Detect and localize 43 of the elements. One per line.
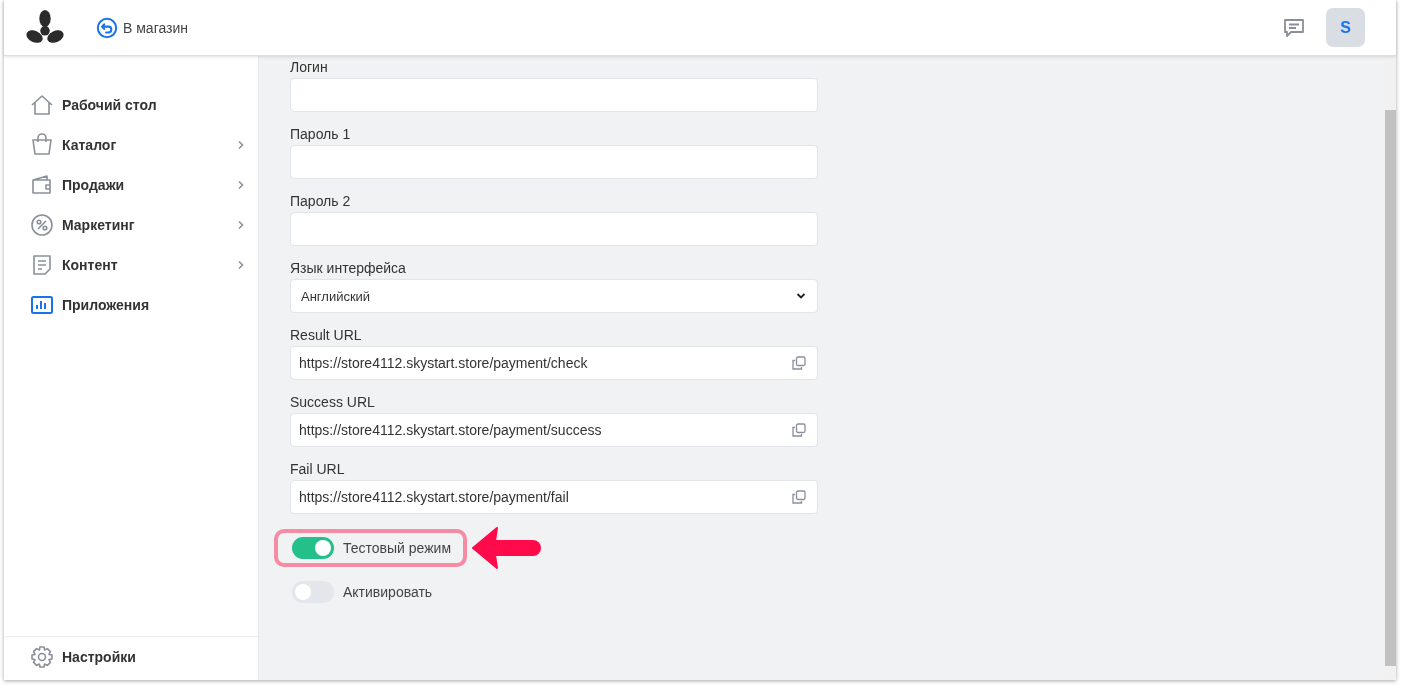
settings-item[interactable]: Настройки (4, 636, 258, 677)
copy-icon[interactable] (792, 490, 806, 504)
chevron-right-icon (236, 260, 246, 270)
chevron-right-icon (236, 140, 246, 150)
copy-icon[interactable] (792, 356, 806, 370)
field-label: Пароль 1 (290, 125, 352, 144)
sidebar-item[interactable]: Маркетинг (4, 205, 258, 245)
sidebar-item[interactable]: Каталог (4, 125, 258, 165)
chart-icon (30, 293, 54, 317)
settings-icon (30, 645, 54, 669)
home-icon (30, 93, 54, 117)
input-field[interactable] (290, 212, 818, 246)
sidebar-item[interactable]: Контент (4, 245, 258, 285)
toggle-switch[interactable] (292, 581, 334, 603)
sidebar-item[interactable]: Приложения (4, 285, 258, 325)
chevron-down-icon (796, 291, 806, 301)
url-field[interactable]: https://store4112.skystart.store/payment/success (290, 413, 818, 447)
url-field[interactable]: https://store4112.skystart.store/payment/check (290, 346, 818, 380)
field-label: Fail URL (290, 460, 346, 479)
url-field[interactable]: https://store4112.skystart.store/payment/fail (290, 480, 818, 514)
annotation-arrow-icon (469, 524, 542, 572)
wallet-icon (30, 173, 54, 197)
field-label: Success URL (290, 393, 376, 412)
input-field[interactable] (290, 145, 818, 179)
chevron-right-icon (236, 180, 246, 190)
toggle-switch[interactable] (292, 537, 334, 559)
field-label: Result URL (290, 326, 363, 345)
sidebar-item[interactable]: Рабочий стол (4, 85, 258, 125)
language-dropdown[interactable]: Английский (290, 279, 818, 313)
field-label: Язык интерфейса (290, 259, 407, 278)
percent-icon (30, 213, 54, 237)
scrollbar[interactable] (1385, 56, 1396, 680)
toggle-label: Активировать (343, 584, 433, 600)
bag-icon (30, 133, 54, 157)
input-field[interactable] (290, 78, 818, 112)
copy-icon[interactable] (792, 423, 806, 437)
field-label: Логин (290, 58, 329, 77)
chevron-right-icon (236, 220, 246, 230)
document-icon (30, 253, 54, 277)
field-label: Пароль 2 (290, 192, 352, 211)
toggle-label: Тестовый режим (343, 540, 452, 556)
sidebar-item[interactable]: Продажи (4, 165, 258, 205)
back-to-store-link[interactable]: В магазин (96, 16, 189, 39)
